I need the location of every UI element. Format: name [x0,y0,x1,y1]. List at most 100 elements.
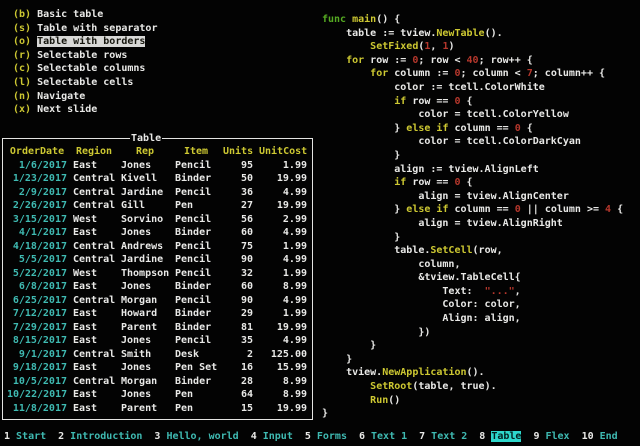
menu-item-next-slide[interactable]: (x)Next slide [13,103,157,117]
code-token: , [430,41,442,52]
statusbar-item-label: Table [491,431,521,442]
table-cell: Jones [121,361,169,375]
table-cell: 1/6/2017 [7,159,67,173]
code-line: } else if column == 0 { [322,122,623,136]
table-cell: East [73,321,115,335]
statusbar-item-number: 3 [154,431,160,442]
statusbar-item-input[interactable]: 4Input [251,430,293,444]
statusbar-item-number: 2 [58,431,64,442]
table-cell: Pencil [175,159,217,173]
table-cell: Central [73,240,115,254]
code-line: column, [322,258,623,272]
menu-item-table-with-borders[interactable]: (o)Table with borders [13,35,157,49]
menu-item-table-with-separator[interactable]: (s)Table with separator [13,22,157,36]
table-cell: 95 [223,159,253,173]
statusbar-item-introduction[interactable]: 2Introduction [58,430,142,444]
code-token: color = tcell.ColorDarkCyan [322,136,581,147]
table-cell: Central [73,172,115,186]
code-token: { [461,96,473,107]
code-token: table := tview. [322,28,436,39]
table-cell: Pencil [175,253,217,267]
table-cell: 10/5/2017 [7,375,67,389]
statusbar-item-flex[interactable]: 9Flex [533,430,569,444]
table-header-cell: Units [223,145,253,159]
menu-item-label: Selectable cells [37,77,133,88]
table-cell: Central [73,294,115,308]
menu-item-navigate[interactable]: (n)Navigate [13,90,157,104]
code-token: if [436,204,448,215]
table-cell: 81 [223,321,253,335]
table-cell: 90 [223,294,253,308]
table-row: 8/15/2017EastJonesPencil354.99 [7,334,309,348]
code-token: (). [467,367,485,378]
table-cell: 75 [223,240,253,254]
statusbar-item-text-1[interactable]: 6 Text 1 [359,430,407,444]
table-row: 7/29/2017EastParentBinder8119.99 [7,321,309,335]
table-title: Table [130,132,162,145]
menu-item-key: (r) [13,50,31,61]
table-cell: Desk [175,348,217,362]
table-cell: 2/26/2017 [7,199,67,213]
table-cell: East [73,226,115,240]
table-cell: Central [73,199,115,213]
table-cell: Thompson [121,267,169,281]
table-cell: 60 [223,280,253,294]
menu-item-basic-table[interactable]: (b)Basic table [13,8,157,22]
table-cell: Sorvino [121,213,169,227]
code-line: for row := 0; row < 40; row++ { [322,54,623,68]
code-token: &tview.TableCell{ [322,272,521,283]
code-token: Color: color, [322,299,521,310]
code-token: ; row++ { [479,55,533,66]
table-row: 2/9/2017CentralJardinePencil364.99 [7,186,309,200]
table-cell: East [73,307,115,321]
code-token: func [322,14,352,25]
menu-item-selectable-columns[interactable]: (c)Selectable columns [13,62,157,76]
table-cell: Pencil [175,294,217,308]
code-token: || column >= [521,204,605,215]
code-token: } [322,232,400,243]
table-cell: Morgan [121,375,169,389]
table-cell: Pencil [175,334,217,348]
statusbar-item-start[interactable]: 1Start [4,430,46,444]
table-row: 9/18/2017EastJonesPen Set1615.99 [7,361,309,375]
menu-item-label: Next slide [37,104,97,115]
menu-item-selectable-cells[interactable]: (l) Selectable cells [13,76,157,90]
code-token: { [521,123,533,134]
code-token: table. [322,245,430,256]
table-cell: 4.99 [259,294,307,308]
code-line: } [322,231,623,245]
table-cell: 11/8/2017 [7,402,67,416]
menu-item-key: (l) [13,77,31,88]
menu-item-key: (b) [13,9,31,20]
table-cell: West [73,267,115,281]
menu-item-selectable-rows[interactable]: (r)Selectable rows [13,49,157,63]
table-cell: Binder [175,321,217,335]
code-token: (). [485,28,503,39]
table-cell: Jones [121,388,169,402]
table-cell: Central [73,348,115,362]
code-token: } [322,123,406,134]
statusbar-item-text-2[interactable]: 7Text 2 [419,430,467,444]
statusbar-item-table[interactable]: 8Table [479,430,521,444]
table-cell: Binder [175,307,217,321]
table-cell: 19.99 [259,199,307,213]
table-cell: 1.99 [259,159,307,173]
statusbar-item-forms[interactable]: 5Forms [305,430,347,444]
code-token: { [611,204,623,215]
menu-item-label: Selectable columns [37,63,145,74]
table-cell: 90 [223,253,253,267]
statusbar-item-number: 6 [359,431,365,442]
statusbar-item-label: Text 1 [371,431,407,442]
statusbar-item-hello-world[interactable]: 3Hello, world [154,430,238,444]
table-cell: Binder [175,172,217,186]
table-cell: East [73,361,115,375]
code-line: tview.NewApplication(). [322,366,623,380]
table-cell: Binder [175,226,217,240]
table-row: 4/18/2017CentralAndrewsPencil751.99 [7,240,309,254]
statusbar-item-end[interactable]: 10End [582,430,618,444]
table-cell: Pen [175,402,217,416]
table-cell: 2.99 [259,213,307,227]
code-token: SetFixed [370,41,418,52]
table-cell: Binder [175,280,217,294]
code-token: align = tview.AlignRight [322,218,563,229]
